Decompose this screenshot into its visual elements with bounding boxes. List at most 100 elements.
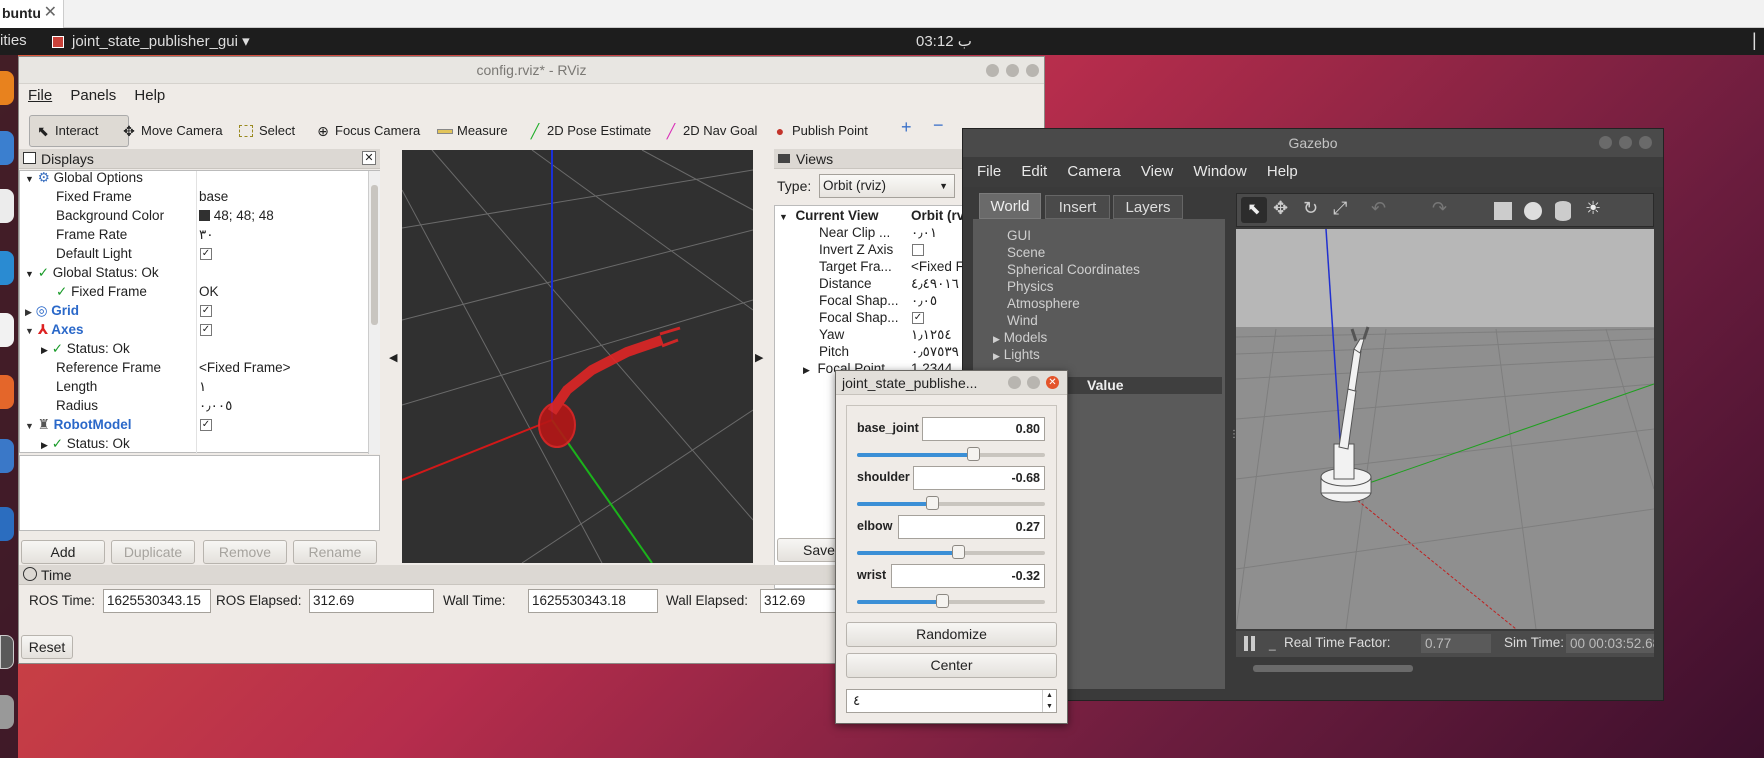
move-camera-tool[interactable]: ✥ Move Camera [119,115,223,147]
cylinder-icon[interactable] [1555,201,1571,221]
undo-icon[interactable]: ↶ [1371,198,1386,219]
view-type-select[interactable]: Orbit (rviz) ▼ [819,174,955,198]
maximize-icon[interactable] [1027,376,1040,389]
yaw-value[interactable]: ١٫١٢٥٤ [911,327,952,343]
minimize-icon[interactable] [986,64,999,77]
files-icon[interactable] [0,189,14,223]
near-clip-value[interactable]: ٠٫٠١ [911,225,937,241]
box-icon[interactable] [1494,202,1512,220]
minimize-icon[interactable] [1008,376,1021,389]
gz-tab-layers[interactable]: Layers [1113,195,1183,219]
spin-arrows-icon[interactable]: ▲ ▼ [1042,690,1056,712]
maximize-icon[interactable] [1619,136,1632,149]
minimize-icon[interactable] [1599,136,1612,149]
collapse-right-icon[interactable]: ▶ [755,351,763,364]
gz-tree-atmosphere[interactable]: Atmosphere [1007,296,1080,311]
displays-scrollbar[interactable] [368,171,380,454]
gz-tree-physics[interactable]: Physics [1007,279,1054,294]
wall-elapsed-field[interactable]: 312.69 [760,589,840,613]
collapse-left-icon[interactable]: ◀ [389,351,397,364]
gz-menu-edit[interactable]: Edit [1021,163,1047,180]
target-frame-value[interactable]: <Fixed F [911,259,964,274]
select-tool[interactable]: Select [237,115,295,147]
default-light-checkbox[interactable]: ✓ [200,248,212,260]
gz-tab-world[interactable]: World [979,193,1041,219]
add-button[interactable]: Add [21,540,105,564]
joint-value-field[interactable]: 0.80 [922,417,1045,441]
global-options-row[interactable]: ▼ ⚙ Global Options [25,170,143,186]
joint-slider[interactable] [857,496,1045,510]
ros-elapsed-field[interactable]: 312.69 [309,589,434,613]
rename-button[interactable]: Rename [293,540,377,564]
joint-value-field[interactable]: 0.27 [898,515,1045,539]
menu-panels[interactable]: Panels [70,87,116,104]
select-mode-icon[interactable]: ⬉ [1241,197,1267,223]
frame-rate-value[interactable]: ٣٠ [199,227,214,243]
fixed-frame-value[interactable]: base [199,189,228,204]
rows-spinbox[interactable]: ٤ ▲ ▼ [846,689,1057,713]
maximize-icon[interactable] [1006,64,1019,77]
distance-value[interactable]: ٤٫٤٩٠١٦ [911,276,959,292]
focal-shape-size-value[interactable]: ٠٫٠٥ [911,293,937,309]
rotate-icon[interactable]: ↻ [1303,198,1318,219]
background-color-value[interactable]: 48; 48; 48 [199,208,274,223]
rhythmbox-icon[interactable] [0,251,14,285]
current-view-row[interactable]: ▼ Current View [779,208,878,223]
sun-icon[interactable]: ☀ [1585,198,1601,219]
duplicate-button[interactable]: Duplicate [111,540,195,564]
axes-checkbox[interactable]: ✓ [200,324,212,336]
menu-file[interactable]: File [28,87,52,104]
wall-time-field[interactable]: 1625530343.18 [528,589,658,613]
robotmodel-checkbox[interactable]: ✓ [200,419,212,431]
measure-tool[interactable]: Measure [435,115,508,147]
gz-tree-spherical[interactable]: Spherical Coordinates [1007,262,1140,277]
terminal-icon[interactable] [0,635,14,669]
close-icon[interactable] [1639,136,1652,149]
close-icon[interactable]: ✕ [1046,376,1059,389]
plus-icon[interactable]: + [901,117,912,138]
translate-icon[interactable]: ✥ [1273,198,1288,219]
minus-icon[interactable]: − [933,115,944,136]
gazebo-3d-viewport[interactable] [1236,229,1654,629]
browser-tab[interactable]: buntu ✕ [0,0,64,28]
axes-display-row[interactable]: ▼ ⅄ Axes [25,322,83,338]
focus-camera-tool[interactable]: ⊕ Focus Camera [313,115,420,147]
gz-tree-wind[interactable]: Wind [1007,313,1038,328]
joint-slider[interactable] [857,447,1045,461]
gz-tree-models[interactable]: ▶ Models [993,330,1047,345]
invert-z-checkbox[interactable] [912,244,924,256]
close-icon[interactable]: ✕ [44,0,57,26]
rviz-dock-icon[interactable] [0,507,14,541]
gz-menu-camera[interactable]: Camera [1067,163,1120,180]
software-icon[interactable] [0,375,14,409]
close-icon[interactable]: ✕ [362,151,376,165]
ros-time-field[interactable]: 1625530343.15 [103,589,211,613]
pitch-value[interactable]: ٠٫٥٧٥٣٩ [911,344,959,360]
scale-icon[interactable]: ⤢ [1333,198,1347,219]
step-icon[interactable]: _ [1269,637,1276,651]
gz-menu-view[interactable]: View [1141,163,1173,180]
remove-button[interactable]: Remove [203,540,287,564]
gz-menu-help[interactable]: Help [1267,163,1298,180]
axes-status-row[interactable]: ▶ ✓ Status: Ok [41,341,130,357]
randomize-button[interactable]: Randomize [846,622,1057,647]
rviz-3d-viewport[interactable] [402,150,753,563]
gz-menu-window[interactable]: Window [1193,163,1246,180]
joint-slider[interactable] [857,594,1045,608]
joint-value-field[interactable]: -0.68 [913,466,1045,490]
grid-display-row[interactable]: ▶ ◎ Grid [25,303,79,319]
gz-horizontal-scrollbar[interactable] [1253,665,1413,672]
activities-button[interactable]: ities [0,32,27,49]
nav-goal-tool[interactable]: ╱ 2D Nav Goal [661,115,758,147]
sphere-icon[interactable] [1524,202,1542,220]
redo-icon[interactable]: ↷ [1432,198,1447,219]
clock[interactable]: 03:12 ب [916,32,972,50]
apps-grid-icon[interactable] [0,695,14,729]
gz-tree-lights[interactable]: ▶ Lights [993,347,1040,362]
joint-slider[interactable] [857,545,1045,559]
robotmodel-status-row[interactable]: ▶ ✓ Status: Ok [41,436,130,452]
gz-tab-insert[interactable]: Insert [1045,195,1110,219]
help-icon[interactable] [0,439,14,473]
reference-frame-value[interactable]: <Fixed Frame> [199,360,291,375]
thunderbird-icon[interactable] [0,131,14,165]
